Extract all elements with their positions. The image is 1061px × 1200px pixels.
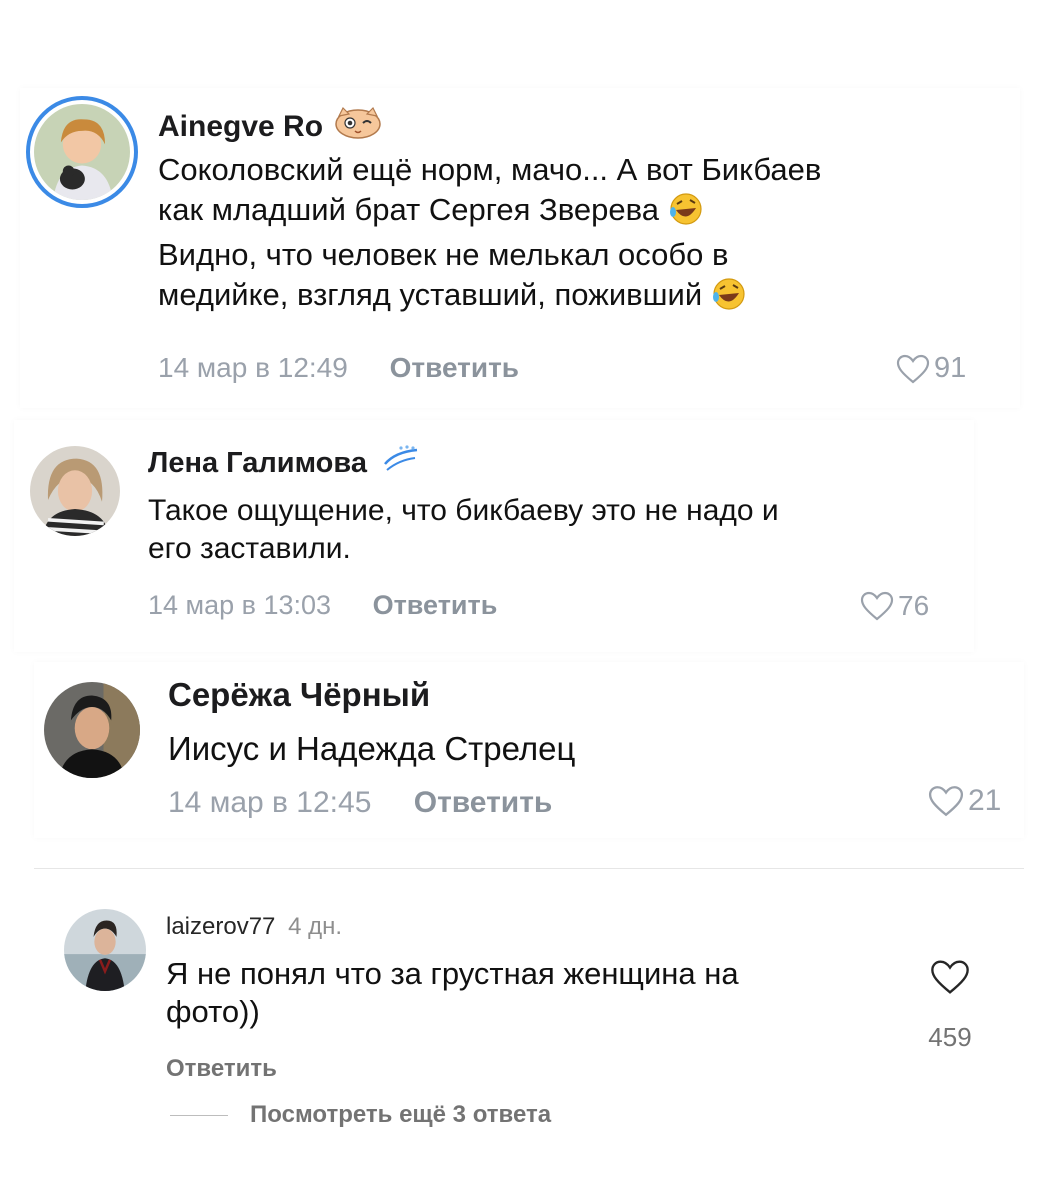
comment-1: Ainegve Ro Соколовский ещё норм, мачо...… — [20, 88, 1020, 408]
text-line: Соколовский ещё норм, мачо... А вот Бикб… — [158, 152, 822, 187]
author-name[interactable]: Серёжа Чёрный — [168, 676, 430, 714]
author-name[interactable]: Лена Галимова — [148, 444, 421, 482]
avatar[interactable] — [30, 446, 120, 536]
cat-wink-emoji-icon — [333, 106, 383, 148]
comment-text: Соколовский ещё норм, мачо... А вот Бикб… — [158, 150, 821, 321]
like-count: 91 — [934, 352, 967, 384]
like-button[interactable]: 459 — [920, 959, 980, 1053]
like-button[interactable]: 21 — [928, 784, 1001, 818]
comment-4: laizerov77 4 дн. Я не понял что за груст… — [34, 868, 1024, 1149]
like-count: 459 — [928, 1022, 972, 1052]
comment-date: 14 мар в 12:49 — [158, 352, 348, 383]
like-count: 76 — [898, 590, 930, 621]
avatar[interactable] — [26, 96, 138, 208]
comment-meta: 14 мар в 12:45 Ответить — [168, 786, 552, 820]
text-line: медийке, взгляд уставший, поживший — [158, 277, 703, 313]
text-line-with-emoji: медийке, взгляд уставший, поживший — [158, 275, 821, 321]
comment-text: Иисус и Надежда Стрелец — [168, 728, 575, 770]
text-line: как младший брат Сергея Зверева — [158, 191, 659, 227]
rolling-laughing-emoji-icon — [668, 192, 704, 236]
avatar[interactable] — [64, 909, 146, 991]
text-line: Видно, что человек не мелькал особо в — [158, 237, 729, 273]
author-name-text: laizerov77 — [166, 913, 276, 940]
comment-date: 14 мар в 13:03 — [148, 590, 332, 620]
rolling-laughing-emoji-icon — [711, 277, 747, 321]
text-line: фото)) — [166, 993, 260, 1029]
comment-3: Серёжа Чёрный Иисус и Надежда Стрелец 14… — [34, 662, 1024, 838]
view-more-label: Посмотреть ещё 3 ответа — [250, 1101, 552, 1128]
like-count: 21 — [968, 784, 1002, 817]
heart-outline-icon — [896, 354, 930, 383]
text-line-with-emoji: как младший брат Сергея Зверева — [158, 190, 821, 236]
like-button[interactable]: 76 — [860, 590, 929, 622]
zenit-logo-icon — [381, 444, 421, 482]
comment-meta: 14 мар в 13:03 Ответить — [148, 590, 497, 621]
reply-button[interactable]: Ответить — [390, 352, 519, 383]
comment-meta: 14 мар в 12:49 Ответить — [158, 352, 519, 384]
avatar[interactable] — [44, 682, 140, 778]
divider — [170, 1114, 228, 1116]
reply-button[interactable]: Ответить — [414, 786, 553, 819]
text-line: Я не понял что за грустная женщина на — [166, 956, 739, 991]
author-name[interactable]: Ainegve Ro — [158, 106, 383, 148]
comment-age: 4 дн. — [288, 913, 343, 940]
text-line: его заставили. — [148, 532, 351, 566]
comment-text: Такое ощущение, что бикбаеву это не надо… — [148, 492, 779, 569]
heart-outline-icon — [931, 960, 969, 994]
reply-button[interactable]: Ответить — [166, 1055, 277, 1083]
comment-text: Я не понял что за грустная женщина на фо… — [166, 955, 739, 1031]
author-name-text: Ainegve Ro — [158, 110, 324, 143]
comments-screenshot: { "comments": [ { "author": "Ainegve Ro"… — [0, 0, 1061, 1200]
heart-outline-icon — [860, 591, 894, 621]
author-name-text: Лена Галимова — [148, 447, 367, 479]
text-line: Иисус и Надежда Стрелец — [168, 730, 576, 767]
text-line: Такое ощущение, что бикбаеву это не надо… — [148, 494, 779, 527]
reply-button[interactable]: Ответить — [373, 590, 498, 620]
author-name[interactable]: laizerov77 4 дн. — [166, 913, 342, 941]
like-button[interactable]: 91 — [896, 352, 966, 385]
comment-date: 14 мар в 12:45 — [168, 786, 372, 819]
view-more-replies[interactable]: Посмотреть ещё 3 ответа — [170, 1101, 551, 1129]
heart-outline-icon — [928, 786, 964, 817]
comment-2: Лена Галимова Такое ощущение, что бикбае… — [14, 420, 974, 652]
